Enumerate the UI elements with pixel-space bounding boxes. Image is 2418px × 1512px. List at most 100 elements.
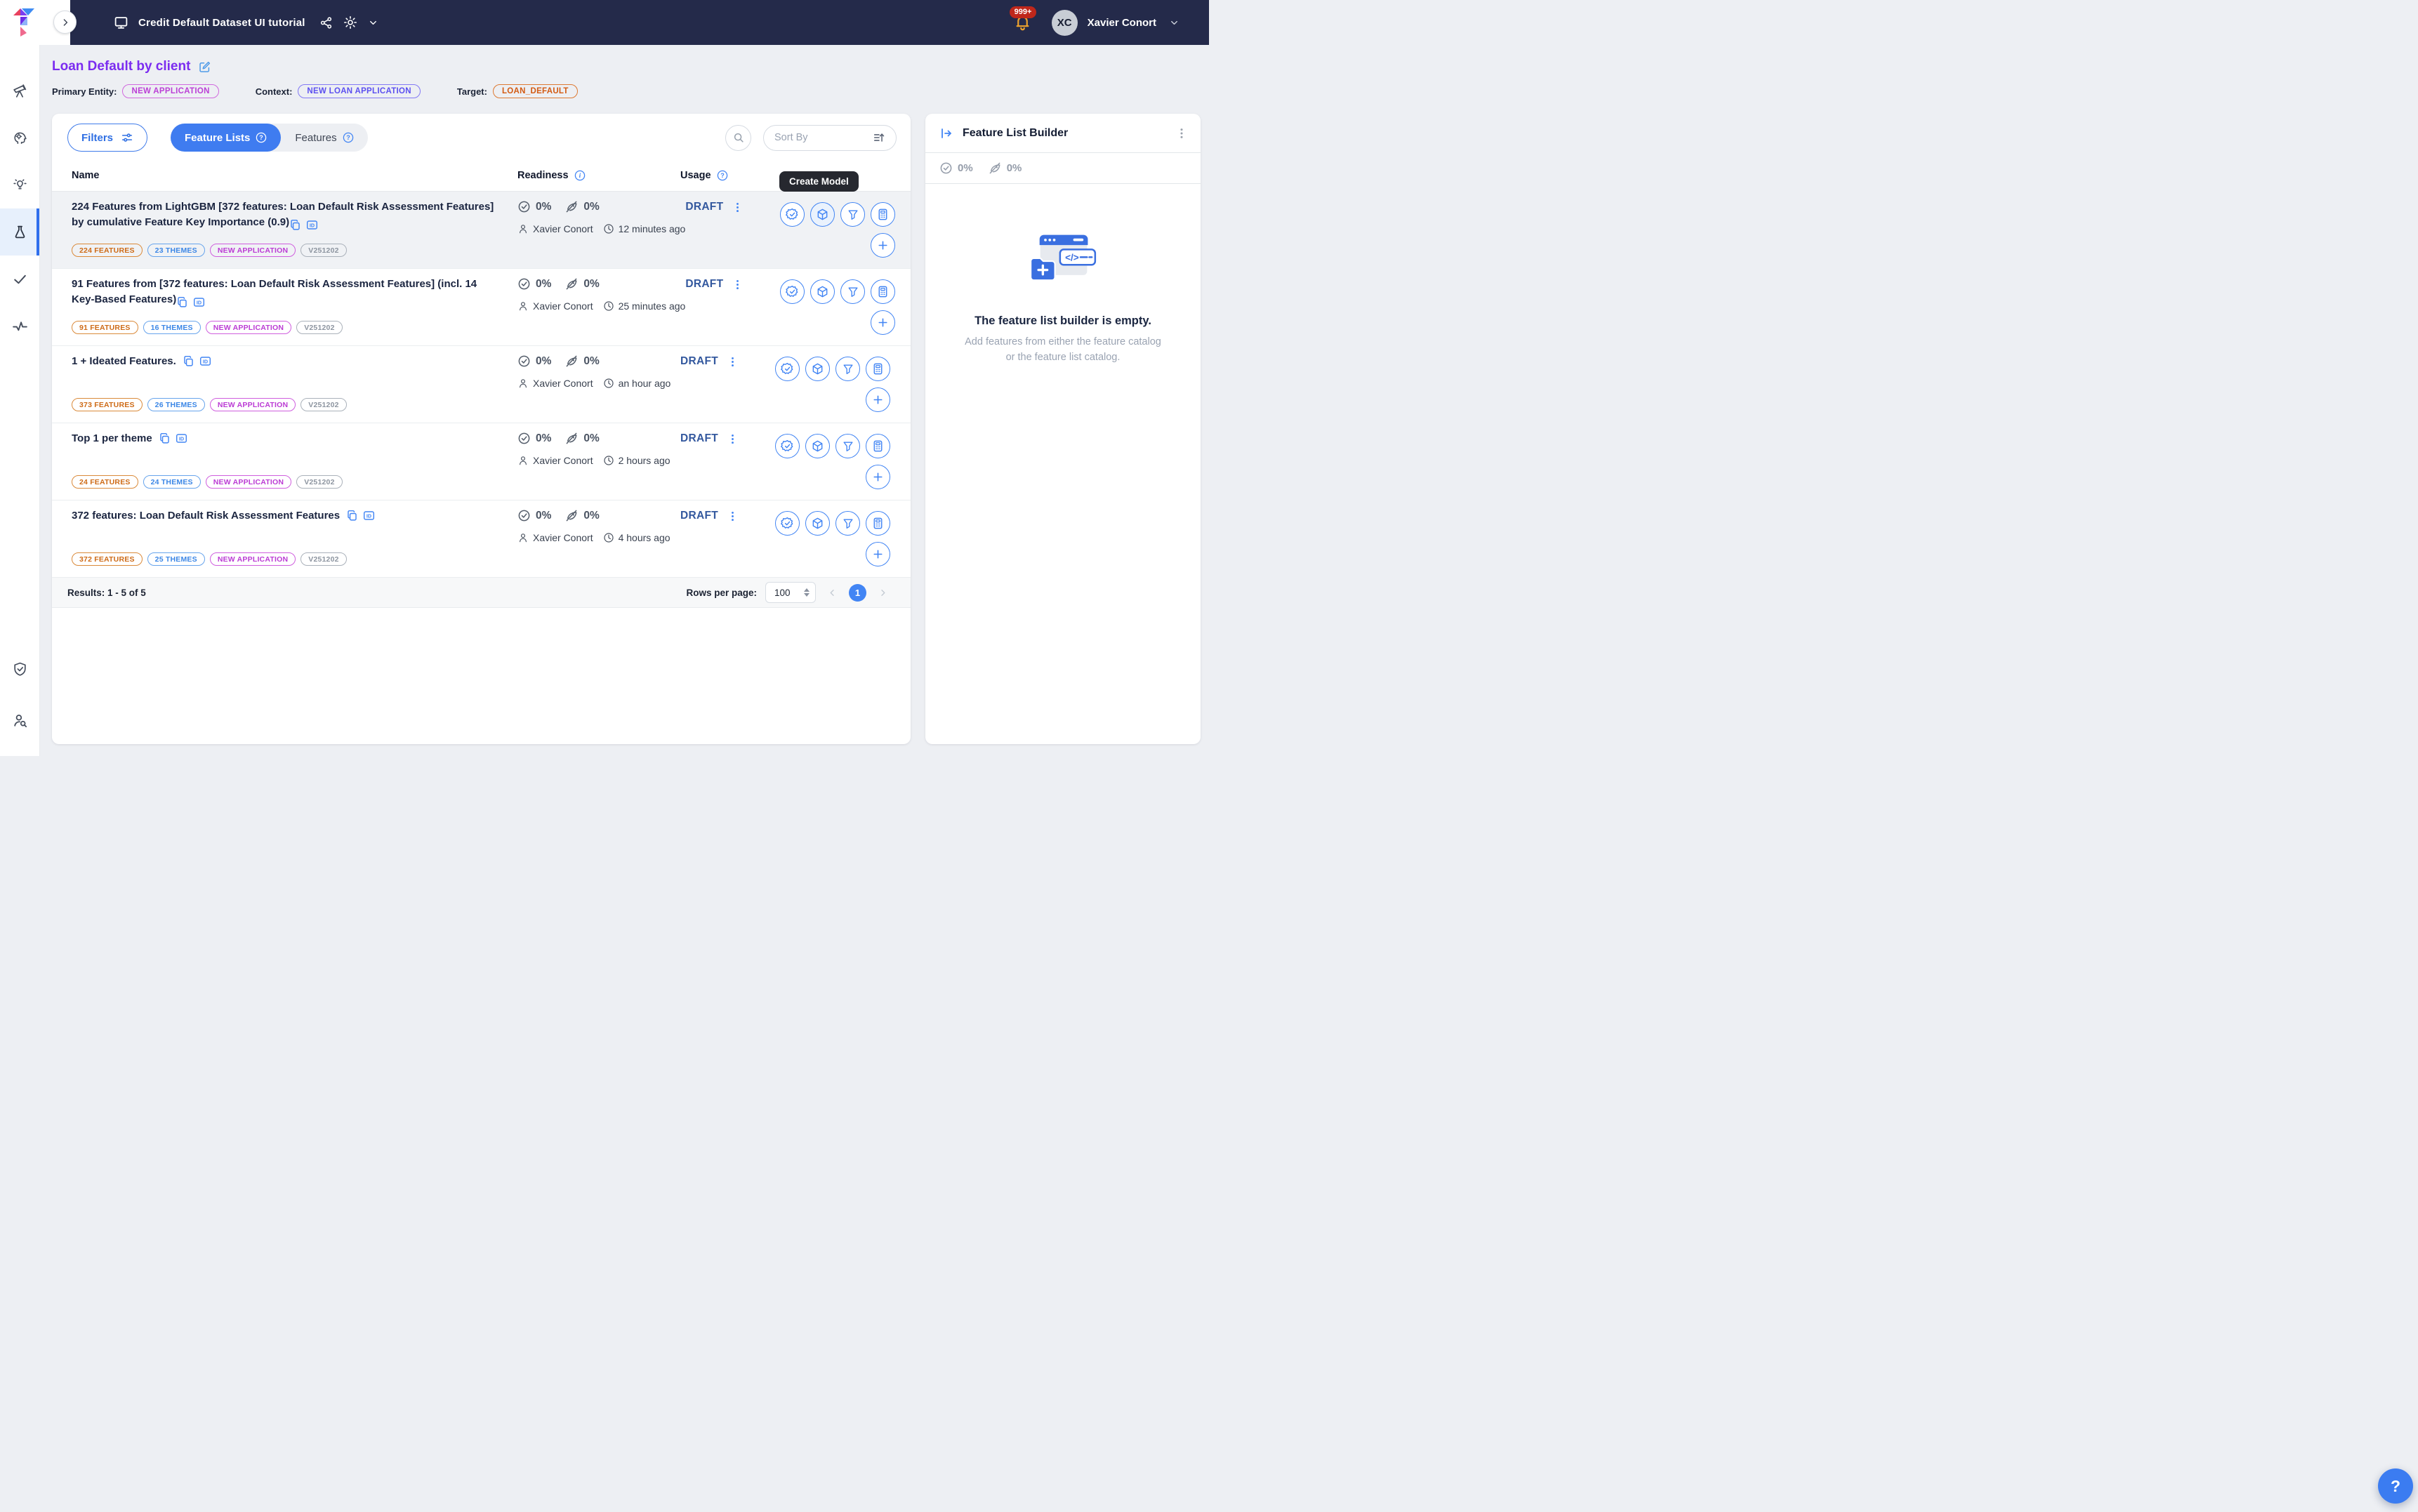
sidebar-item-telescope[interactable] xyxy=(0,67,39,114)
create-model-button[interactable] xyxy=(805,511,830,536)
add-to-builder-button[interactable] xyxy=(871,310,895,335)
row-kebab-menu[interactable] xyxy=(732,201,744,213)
tab-features[interactable]: Features ? xyxy=(281,124,367,152)
add-to-builder-button[interactable] xyxy=(866,542,890,566)
feature-list-row[interactable]: 1 + Ideated Features.ID 373 FEATURES 26 … xyxy=(52,346,911,423)
share-icon[interactable] xyxy=(319,16,333,29)
info-circle-icon[interactable]: i xyxy=(574,170,586,181)
sort-by-input[interactable]: Sort By xyxy=(763,125,897,151)
filters-button[interactable]: Filters xyxy=(67,124,147,152)
sidebar-item-experiment[interactable] xyxy=(0,208,39,256)
update-readiness-button[interactable] xyxy=(775,434,800,458)
edit-title-icon[interactable] xyxy=(198,60,211,74)
create-model-button[interactable] xyxy=(810,202,835,227)
create-model-button[interactable] xyxy=(805,434,830,458)
search-button[interactable] xyxy=(725,125,751,151)
copy-icon[interactable] xyxy=(289,219,301,231)
sidebar-item-governance[interactable] xyxy=(0,644,39,695)
column-header-usage[interactable]: Usage xyxy=(680,170,711,181)
filter-button[interactable] xyxy=(835,434,860,458)
name-cell: 91 Features from [372 features: Loan Def… xyxy=(52,269,517,345)
update-readiness-button[interactable] xyxy=(775,511,800,536)
funnel-icon xyxy=(847,208,859,221)
compute-button[interactable] xyxy=(871,202,895,227)
id-icon[interactable]: ID xyxy=(199,355,211,367)
context-pill[interactable]: NEW LOAN APPLICATION xyxy=(298,84,420,98)
feature-list-name[interactable]: Top 1 per theme xyxy=(72,432,152,444)
collapse-panel-icon[interactable] xyxy=(939,126,953,140)
feature-list-row[interactable]: Top 1 per themeID 24 FEATURES 24 THEMES … xyxy=(52,423,911,500)
stepper-icon[interactable] xyxy=(804,588,810,597)
compute-button[interactable] xyxy=(866,511,890,536)
help-circle-icon[interactable]: ? xyxy=(717,170,728,181)
user-avatar[interactable]: XC xyxy=(1052,10,1078,36)
sidebar-item-ideation[interactable] xyxy=(0,161,39,208)
feature-list-row[interactable]: 224 Features from LightGBM [372 features… xyxy=(52,192,911,269)
row-kebab-menu[interactable] xyxy=(727,510,739,522)
update-readiness-button[interactable] xyxy=(780,202,805,227)
copy-icon[interactable] xyxy=(346,510,358,522)
filter-button[interactable] xyxy=(835,357,860,381)
create-model-button[interactable] xyxy=(805,357,830,381)
update-readiness-button[interactable] xyxy=(780,279,805,304)
tab-feature-lists[interactable]: Feature Lists ? xyxy=(171,124,281,152)
compute-button[interactable] xyxy=(871,279,895,304)
filter-button[interactable] xyxy=(840,279,865,304)
sidebar-item-approval[interactable] xyxy=(0,256,39,303)
feature-list-name[interactable]: 224 Features from LightGBM [372 features… xyxy=(72,201,494,228)
feature-list-row[interactable]: 91 Features from [372 features: Loan Def… xyxy=(52,269,911,346)
rows-per-page-select[interactable]: 100 xyxy=(765,582,816,603)
id-icon[interactable]: ID xyxy=(306,219,318,231)
actions-cell xyxy=(775,346,911,423)
id-icon[interactable]: ID xyxy=(363,510,375,522)
page-number-button[interactable]: 1 xyxy=(849,584,866,602)
sidebar-item-brain-automation[interactable] xyxy=(0,114,39,161)
compute-button[interactable] xyxy=(866,434,890,458)
id-icon[interactable]: ID xyxy=(176,432,187,444)
copy-icon[interactable] xyxy=(183,355,194,367)
compute-button[interactable] xyxy=(866,357,890,381)
user-menu-chevron-icon[interactable] xyxy=(1169,18,1180,28)
add-to-builder-button[interactable] xyxy=(866,387,890,412)
filter-button[interactable] xyxy=(840,202,865,227)
add-to-builder-button[interactable] xyxy=(866,465,890,489)
target-pill[interactable]: LOAN_DEFAULT xyxy=(493,84,578,98)
filter-button[interactable] xyxy=(835,511,860,536)
previous-page-button[interactable] xyxy=(824,588,840,598)
readiness-stat: 0% xyxy=(517,200,551,213)
copy-icon[interactable] xyxy=(176,296,188,308)
clock-icon xyxy=(603,300,614,312)
lightbulb-icon xyxy=(12,177,28,193)
svg-text:</>: </> xyxy=(1065,253,1079,263)
id-icon[interactable]: ID xyxy=(193,296,205,308)
help-circle-icon[interactable]: ? xyxy=(256,132,267,143)
feature-list-name[interactable]: 1 + Ideated Features. xyxy=(72,355,176,367)
column-header-name[interactable]: Name xyxy=(72,170,100,181)
chevron-right-icon xyxy=(60,17,71,28)
column-header-readiness[interactable]: Readiness xyxy=(517,170,569,181)
row-kebab-menu[interactable] xyxy=(727,355,739,368)
catalog-chevron-down-icon[interactable] xyxy=(368,18,378,28)
feature-list-name[interactable]: 91 Features from [372 features: Loan Def… xyxy=(72,278,477,305)
settings-gear-icon[interactable] xyxy=(343,15,357,29)
update-readiness-button[interactable] xyxy=(775,357,800,381)
svg-text:?: ? xyxy=(720,172,725,179)
help-button[interactable]: ? xyxy=(2378,1468,2413,1504)
builder-kebab-menu[interactable] xyxy=(1175,127,1188,140)
copy-icon[interactable] xyxy=(159,432,171,444)
feature-list-name[interactable]: 372 features: Loan Default Risk Assessme… xyxy=(72,510,340,522)
notifications-button[interactable]: 999+ xyxy=(1014,13,1032,32)
feature-list-row[interactable]: 372 features: Loan Default Risk Assessme… xyxy=(52,500,911,578)
next-page-button[interactable] xyxy=(875,588,891,598)
usage-cell: DRAFT xyxy=(685,269,780,345)
create-model-button[interactable] xyxy=(810,279,835,304)
sidebar-expand-button[interactable] xyxy=(53,11,77,34)
help-circle-icon[interactable]: ? xyxy=(343,132,354,143)
primary-entity-pill[interactable]: NEW APPLICATION xyxy=(122,84,218,98)
row-kebab-menu[interactable] xyxy=(727,432,739,445)
sidebar-item-activity[interactable] xyxy=(0,303,39,350)
row-kebab-menu[interactable] xyxy=(732,278,744,291)
clock-icon xyxy=(603,455,614,466)
sidebar-item-user-search[interactable] xyxy=(0,695,39,746)
add-to-builder-button[interactable] xyxy=(871,233,895,258)
